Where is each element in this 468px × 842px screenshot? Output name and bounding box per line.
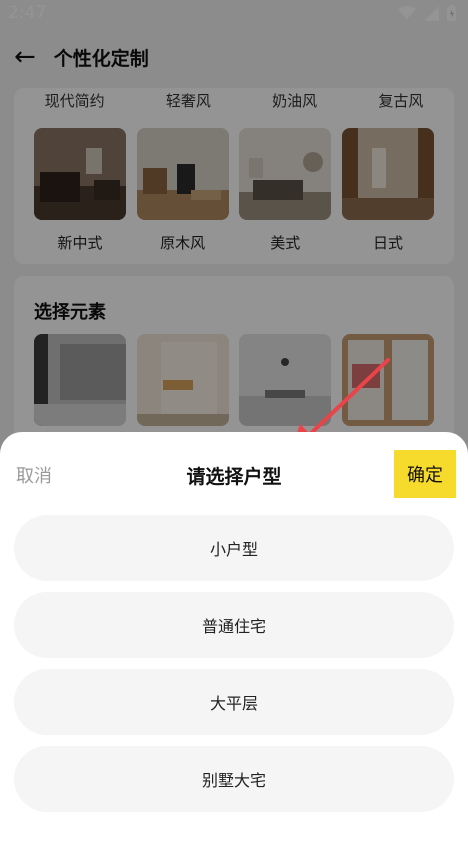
housetype-options: 小户型 普通住宅 大平层 别墅大宅 [14, 515, 454, 823]
option-small-apartment[interactable]: 小户型 [14, 515, 454, 581]
confirm-button[interactable]: 确定 [394, 450, 456, 498]
option-large-flat[interactable]: 大平层 [14, 669, 454, 735]
option-standard-residence[interactable]: 普通住宅 [14, 592, 454, 658]
sheet-header: 取消 请选择户型 确定 [0, 450, 468, 498]
housetype-bottom-sheet: 取消 请选择户型 确定 小户型 普通住宅 大平层 别墅大宅 [0, 432, 468, 842]
option-villa[interactable]: 别墅大宅 [14, 746, 454, 812]
